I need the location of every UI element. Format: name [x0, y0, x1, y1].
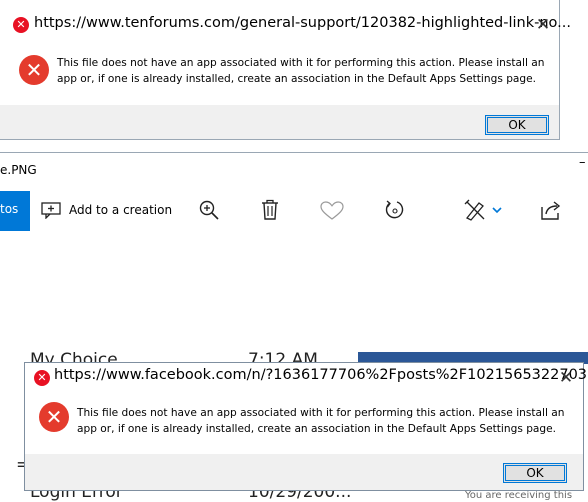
error-dialog-bottom: ✕ https://www.facebook.com/n/?1636177706…: [24, 362, 588, 491]
window-title: e.PNG: [0, 163, 37, 177]
error-dialog-top: ✕ https://www.tenforums.com/general-supp…: [0, 0, 571, 140]
share-icon[interactable]: [540, 199, 562, 221]
ok-button[interactable]: OK: [503, 463, 567, 483]
rotate-icon[interactable]: [384, 199, 406, 221]
error-icon-large: ✕: [19, 55, 49, 85]
zoom-in-icon[interactable]: [198, 199, 220, 221]
background-notice: You are receiving this: [465, 490, 573, 501]
dialog-footer: OK: [25, 454, 583, 490]
close-button[interactable]: ✕: [531, 13, 555, 37]
dialog-message: This file does not have an app associate…: [77, 407, 565, 435]
error-icon: ✕: [34, 370, 50, 386]
edit-icon[interactable]: [464, 199, 488, 221]
ok-button[interactable]: OK: [485, 115, 549, 135]
see-all-photos-label: tos: [0, 202, 19, 216]
close-button[interactable]: ✕: [554, 366, 578, 390]
dialog-titlebar: ✕ https://www.facebook.com/n/?1636177706…: [25, 363, 588, 395]
error-icon: ✕: [13, 17, 29, 33]
add-to-creation-label[interactable]: Add to a creation: [69, 203, 172, 217]
minimize-button[interactable]: –: [579, 155, 586, 170]
delete-icon[interactable]: [260, 199, 280, 221]
dialog-titlebar: ✕ https://www.tenforums.com/general-supp…: [0, 0, 571, 35]
dialog-title: https://www.facebook.com/n/?1636177706%2…: [54, 367, 588, 383]
add-to-creation-icon[interactable]: [40, 201, 62, 219]
favorite-icon[interactable]: [320, 201, 344, 221]
dialog-footer: OK: [0, 105, 559, 139]
dialog-title: https://www.tenforums.com/general-suppor…: [34, 15, 571, 31]
error-icon-large: ✕: [39, 402, 69, 432]
dialog-message: This file does not have an app associate…: [57, 57, 545, 85]
see-all-photos-button[interactable]: tos: [0, 191, 30, 231]
chevron-down-icon[interactable]: [492, 206, 502, 214]
